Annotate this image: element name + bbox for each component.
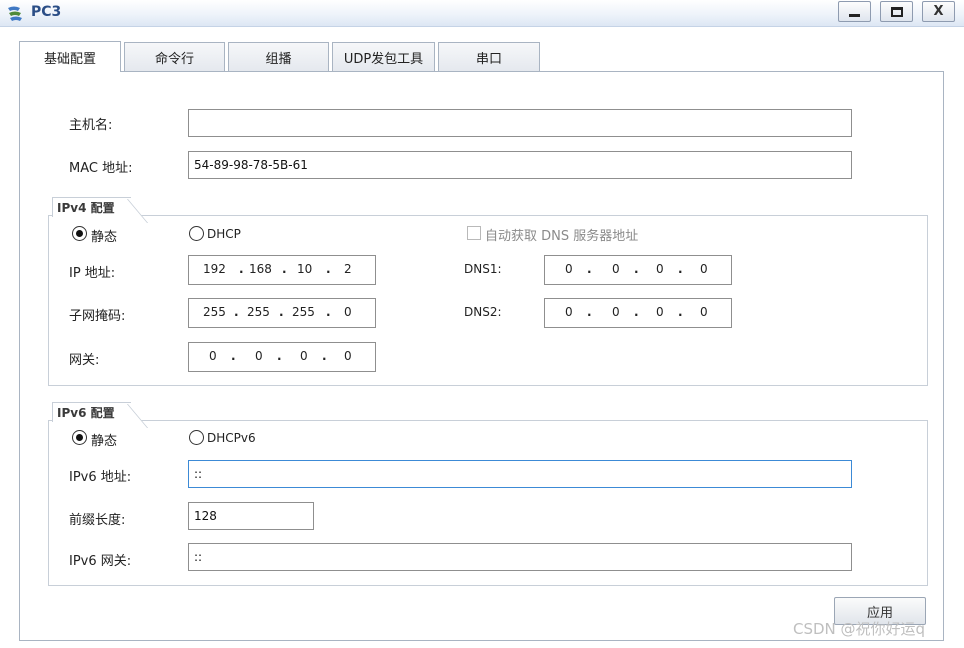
watermark: CSDN @祝你好运q <box>793 620 926 638</box>
ip-address-label: IP 地址: <box>69 266 116 281</box>
window-title: PC3 <box>31 4 62 20</box>
ipv4-dhcp-label: DHCP <box>207 227 241 241</box>
ipv4-static-radio[interactable] <box>72 226 87 241</box>
dns2-octet-3: 0 <box>656 305 664 319</box>
subnet-mask-input[interactable]: 255 . 255 . 255 . 0 <box>188 298 376 328</box>
dns2-octet-1: 0 <box>565 305 573 319</box>
ip-dot: . <box>587 262 592 276</box>
ip-dot: . <box>678 262 683 276</box>
ip-dot: . <box>279 305 284 319</box>
ipv6-dhcp-label: DHCPv6 <box>207 431 256 445</box>
hostname-input[interactable] <box>188 109 852 137</box>
ip-dot: . <box>678 305 683 319</box>
gateway-input[interactable]: 0 . 0 . 0 . 0 <box>188 342 376 372</box>
dns1-octet-4: 0 <box>700 262 708 276</box>
dns1-label: DNS1: <box>464 262 502 276</box>
hostname-label: 主机名: <box>69 118 113 133</box>
ipv6-address-input[interactable]: :: <box>188 460 852 488</box>
ip-dot: . <box>231 349 236 363</box>
auto-dns-checkbox[interactable] <box>467 226 481 240</box>
ip-dot: . <box>634 305 639 319</box>
ipv6-gateway-input[interactable]: :: <box>188 543 852 571</box>
ip-octet-2: 168 <box>249 262 272 276</box>
ip-dot: . <box>322 349 327 363</box>
mask-octet-1: 255 <box>203 305 226 319</box>
subnet-mask-label: 子网掩码: <box>69 309 126 324</box>
tab-command-line[interactable]: 命令行 <box>124 42 225 72</box>
prefix-length-label: 前缀长度: <box>69 513 126 528</box>
gateway-octet-2: 0 <box>255 349 263 363</box>
gateway-octet-3: 0 <box>300 349 308 363</box>
mask-octet-3: 255 <box>292 305 315 319</box>
minimize-icon <box>849 13 860 17</box>
dns2-label: DNS2: <box>464 305 502 319</box>
ip-dot: . <box>234 305 239 319</box>
mask-octet-4: 0 <box>344 305 352 319</box>
ip-dot: . <box>277 349 282 363</box>
gateway-octet-4: 0 <box>344 349 352 363</box>
ip-octet-1: 192 <box>203 262 226 276</box>
close-button[interactable]: X <box>922 1 955 22</box>
ip-dot: . <box>326 305 331 319</box>
ipv6-static-label: 静态 <box>91 434 118 449</box>
dns1-octet-2: 0 <box>612 262 620 276</box>
auto-dns-label: 自动获取 DNS 服务器地址 <box>485 229 639 244</box>
ipv6-gateway-label: IPv6 网关: <box>69 554 132 569</box>
ip-dot: . <box>282 262 287 276</box>
prefix-length-input[interactable]: 128 <box>188 502 314 530</box>
ipv4-dhcp-radio[interactable] <box>189 226 204 241</box>
maximize-icon <box>890 6 903 17</box>
gateway-label: 网关: <box>69 353 100 368</box>
title-bar: PC3 X <box>0 0 964 27</box>
dns2-octet-2: 0 <box>612 305 620 319</box>
tab-serial-port[interactable]: 串口 <box>438 42 540 72</box>
maximize-button[interactable] <box>880 1 913 22</box>
mask-octet-2: 255 <box>247 305 270 319</box>
ipv4-static-label: 静态 <box>91 230 118 245</box>
mac-label: MAC 地址: <box>69 161 133 176</box>
ip-octet-4: 2 <box>344 262 352 276</box>
dns1-octet-1: 0 <box>565 262 573 276</box>
mac-input[interactable]: 54-89-98-78-5B-61 <box>188 151 852 179</box>
ip-dot: . <box>634 262 639 276</box>
ip-dot: . <box>326 262 331 276</box>
tab-basic-config[interactable]: 基础配置 <box>19 41 121 72</box>
tab-udp-tool[interactable]: UDP发包工具 <box>332 42 435 72</box>
tab-multicast[interactable]: 组播 <box>228 42 329 72</box>
ip-dot: . <box>587 305 592 319</box>
dns1-octet-3: 0 <box>656 262 664 276</box>
ip-dot: . <box>239 262 244 276</box>
close-icon: X <box>933 4 944 19</box>
ipv6-static-radio[interactable] <box>72 430 87 445</box>
ipv6-dhcp-radio[interactable] <box>189 430 204 445</box>
minimize-button[interactable] <box>838 1 871 22</box>
dns2-input[interactable]: 0 . 0 . 0 . 0 <box>544 298 732 328</box>
gateway-octet-1: 0 <box>209 349 217 363</box>
ipv6-group-title: IPv6 配置 <box>52 402 131 422</box>
ipv4-group-title: IPv4 配置 <box>52 197 131 217</box>
ipv6-address-label: IPv6 地址: <box>69 470 132 485</box>
dns1-input[interactable]: 0 . 0 . 0 . 0 <box>544 255 732 285</box>
ip-octet-3: 10 <box>297 262 313 276</box>
ip-address-input[interactable]: 192 . 168 . 10 . 2 <box>188 255 376 285</box>
dns2-octet-4: 0 <box>700 305 708 319</box>
pc-app-icon <box>8 6 22 21</box>
